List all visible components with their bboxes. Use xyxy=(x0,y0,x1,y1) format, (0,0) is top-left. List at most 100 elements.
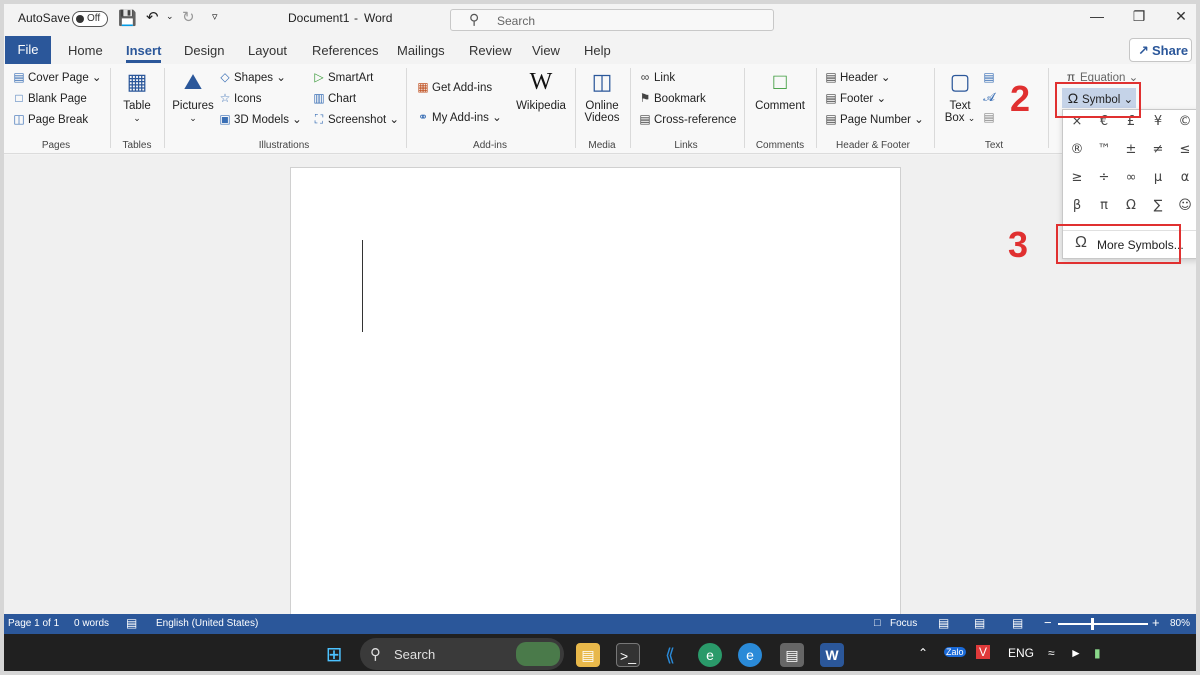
symbol-item[interactable]: ∑ xyxy=(1145,198,1171,220)
zoom-out-icon[interactable]: − xyxy=(1044,615,1052,630)
tab-layout[interactable]: Layout xyxy=(248,43,287,58)
document-page[interactable] xyxy=(290,167,901,627)
symbol-item[interactable]: ± xyxy=(1118,142,1144,164)
chart-button[interactable]: ▥ Chart xyxy=(312,91,356,105)
drop-cap-icon[interactable]: ▤ xyxy=(982,110,998,124)
3d-models-icon: ▣ xyxy=(219,112,231,126)
undo-icon[interactable]: ↶ xyxy=(146,8,159,26)
icons-button[interactable]: ☆ Icons xyxy=(218,91,262,105)
web-layout-icon[interactable]: ▤ xyxy=(1012,616,1023,630)
proofing-icon[interactable]: ▤ xyxy=(126,616,137,630)
windows-start-icon[interactable]: ⊞ xyxy=(322,643,346,667)
symbol-item[interactable]: ∞ xyxy=(1118,170,1144,192)
language[interactable]: English (United States) xyxy=(156,618,258,629)
tab-insert[interactable]: Insert xyxy=(126,43,162,63)
edge-icon[interactable]: e xyxy=(698,643,722,667)
print-layout-icon[interactable]: ▤ xyxy=(974,616,985,630)
symbol-item[interactable]: © xyxy=(1172,114,1196,136)
page-number-button[interactable]: ▤ Page Number ⌄ xyxy=(824,112,923,126)
symbol-item[interactable]: ≤ xyxy=(1172,142,1196,164)
terminal-icon[interactable]: >_ xyxy=(616,643,640,667)
zoom-level[interactable]: 80% xyxy=(1170,618,1190,629)
battery-icon[interactable]: ▮ xyxy=(1094,646,1101,660)
tab-file[interactable]: File xyxy=(5,36,51,64)
symbol-item[interactable]: Ω xyxy=(1118,198,1144,220)
tab-design[interactable]: Design xyxy=(184,43,224,58)
tab-review[interactable]: Review xyxy=(469,43,512,58)
tab-mailings[interactable]: Mailings xyxy=(397,43,445,58)
vivaldi-icon[interactable]: V xyxy=(976,645,991,659)
cover-page-button[interactable]: ▤ Cover Page ⌄ xyxy=(12,70,101,84)
3d-models-button[interactable]: ▣ 3D Models ⌄ xyxy=(218,112,301,126)
tab-references[interactable]: References xyxy=(312,43,378,58)
word-app-icon[interactable]: W xyxy=(820,643,844,667)
symbol-item[interactable]: ≠ xyxy=(1145,142,1171,164)
taskbar-search[interactable]: ⚲ Search xyxy=(360,638,564,670)
symbol-item[interactable]: α xyxy=(1172,170,1196,192)
my-add-ins-button[interactable]: ⚭ My Add-ins ⌄ xyxy=(416,110,502,124)
save-icon[interactable]: 💾 xyxy=(118,9,137,27)
focus-icon[interactable]: □ xyxy=(874,617,881,629)
shapes-button[interactable]: ◇ Shapes ⌄ xyxy=(218,70,285,84)
symbol-item[interactable]: π xyxy=(1091,198,1117,220)
search-box[interactable]: ⚲ Search xyxy=(450,9,774,31)
wikipedia-button[interactable]: W Wikipedia xyxy=(512,68,570,112)
symbol-item[interactable]: ® xyxy=(1064,142,1090,164)
bookmark-icon: ⚑ xyxy=(639,91,651,105)
blank-page-button[interactable]: □ Blank Page xyxy=(12,91,86,105)
close-icon[interactable]: ✕ xyxy=(1166,8,1196,25)
language-indicator[interactable]: ENG xyxy=(1008,646,1034,660)
share-button[interactable]: ↗ Share xyxy=(1129,38,1192,62)
symbol-item[interactable]: β xyxy=(1064,198,1090,220)
minimize-icon[interactable]: — xyxy=(1082,8,1112,24)
redo-icon[interactable]: ↻ xyxy=(182,8,195,26)
screenshot-button[interactable]: ⛶ Screenshot ⌄ xyxy=(312,112,399,127)
restore-icon[interactable]: ❐ xyxy=(1124,8,1154,25)
vscode-icon[interactable]: ⟪ xyxy=(658,643,682,667)
wifi-icon[interactable]: ≈ xyxy=(1048,646,1055,660)
search-icon: ⚲ xyxy=(469,11,480,27)
smartart-button[interactable]: ▷ SmartArt xyxy=(312,70,373,84)
tab-home[interactable]: Home xyxy=(68,43,103,58)
comment-button[interactable]: □ Comment xyxy=(750,68,810,112)
file-explorer-icon[interactable]: ▤ xyxy=(576,643,600,667)
link-button[interactable]: ∞ Link xyxy=(638,70,675,84)
symbol-item[interactable]: ™ xyxy=(1091,142,1117,164)
symbol-item[interactable]: ☺ xyxy=(1172,198,1196,220)
pictures-button[interactable]: ⛰ Pictures ⌄ xyxy=(170,68,216,124)
bookmark-button[interactable]: ⚑ Bookmark xyxy=(638,91,706,105)
quick-parts-icon[interactable]: ▤ xyxy=(982,70,998,84)
app-icon[interactable]: ▤ xyxy=(780,643,804,667)
symbol-item[interactable]: ÷ xyxy=(1091,170,1117,192)
online-videos-button[interactable]: ◫ Online Videos xyxy=(580,68,624,124)
autosave-toggle[interactable]: Off xyxy=(72,11,108,27)
page-count[interactable]: Page 1 of 1 xyxy=(8,618,59,629)
zoom-in-icon[interactable]: + xyxy=(1152,615,1160,630)
wordart-icon[interactable]: 𝓐 xyxy=(982,90,998,105)
page-break-button[interactable]: ◫ Page Break xyxy=(12,112,88,126)
symbol-item[interactable]: µ xyxy=(1145,170,1171,192)
zalo-icon[interactable]: Zalo xyxy=(944,647,966,657)
focus-label[interactable]: Focus xyxy=(890,618,917,629)
read-mode-icon[interactable]: ▤ xyxy=(938,616,949,630)
get-add-ins-button[interactable]: ▦ Get Add-ins xyxy=(416,80,492,94)
customize-toolbar-icon[interactable]: ▿ xyxy=(212,10,218,23)
footer-button[interactable]: ▤ Footer ⌄ xyxy=(824,91,886,105)
zoom-slider[interactable] xyxy=(1058,618,1148,630)
undo-dropdown-icon[interactable]: ⌄ xyxy=(166,11,174,22)
cross-reference-button[interactable]: ▤ Cross-reference xyxy=(638,112,736,126)
word-count[interactable]: 0 words xyxy=(74,618,109,629)
header-button[interactable]: ▤ Header ⌄ xyxy=(824,70,890,84)
text-box-button[interactable]: ▢ Text Box ⌄ xyxy=(940,68,980,124)
edge-dev-icon[interactable]: e xyxy=(738,643,762,667)
annotation-box-more-symbols xyxy=(1056,224,1181,264)
tab-help[interactable]: Help xyxy=(584,43,611,58)
tab-view[interactable]: View xyxy=(532,43,560,58)
symbol-item[interactable]: ≥ xyxy=(1064,170,1090,192)
volume-icon[interactable]: ► xyxy=(1070,646,1082,660)
zoom-slider-thumb[interactable] xyxy=(1091,618,1094,630)
cross-reference-icon: ▤ xyxy=(639,112,651,126)
tray-chevron-icon[interactable]: ⌃ xyxy=(918,646,928,660)
symbol-item[interactable]: ¥ xyxy=(1145,114,1171,136)
table-button[interactable]: ▦ Table ⌄ xyxy=(116,68,158,124)
